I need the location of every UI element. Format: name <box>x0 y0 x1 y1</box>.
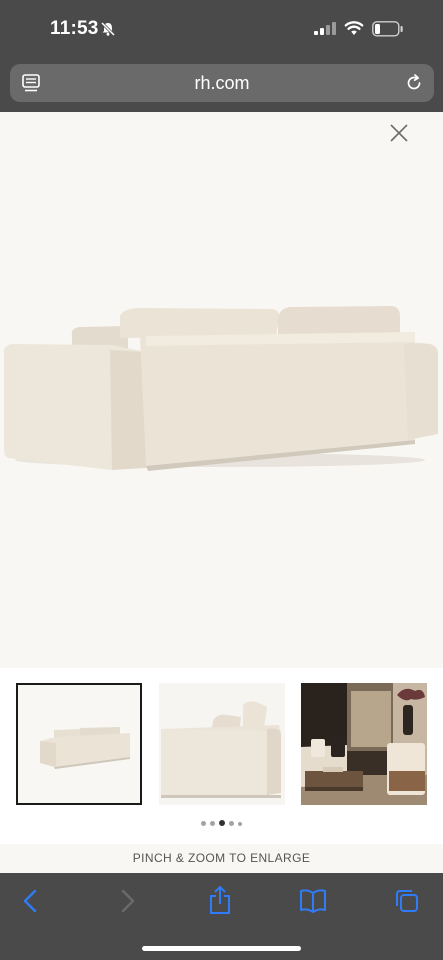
browser-toolbar <box>0 873 443 960</box>
pagination-dot-active[interactable] <box>219 820 225 826</box>
battery-icon <box>372 21 404 42</box>
pagination-dot[interactable] <box>238 822 242 826</box>
back-icon[interactable] <box>20 888 42 919</box>
share-icon[interactable] <box>208 885 232 920</box>
bell-muted-icon <box>100 21 116 42</box>
thumbnail-sofa-back[interactable] <box>16 683 142 805</box>
home-indicator <box>142 946 301 951</box>
pagination-dot[interactable] <box>210 821 215 826</box>
tabs-icon[interactable] <box>394 888 420 919</box>
thumbnail-sofa-side[interactable] <box>159 683 285 805</box>
reload-icon[interactable] <box>404 73 424 98</box>
bookmarks-icon[interactable] <box>299 888 327 919</box>
thumbnail-strip <box>0 668 443 844</box>
address-bar-area: rh.com <box>0 58 443 112</box>
wifi-icon <box>344 20 364 41</box>
gallery-pagination <box>0 820 443 826</box>
pagination-dot[interactable] <box>201 821 206 826</box>
sofa-main-image <box>4 306 438 471</box>
status-bar: 11:53 <box>0 0 443 58</box>
forward-icon[interactable] <box>116 888 138 919</box>
zoom-hint-text: PINCH & ZOOM TO ENLARGE <box>132 851 311 865</box>
thumbnail-room-scene[interactable] <box>301 683 427 805</box>
clock-time: 11:53 <box>50 18 99 39</box>
pagination-dot[interactable] <box>229 821 234 826</box>
url-text[interactable]: rh.com <box>10 73 434 94</box>
close-icon[interactable] <box>388 122 410 149</box>
product-image-viewer[interactable] <box>0 112 443 668</box>
cellular-signal-icon <box>314 22 336 40</box>
address-bar[interactable]: rh.com <box>10 64 434 102</box>
